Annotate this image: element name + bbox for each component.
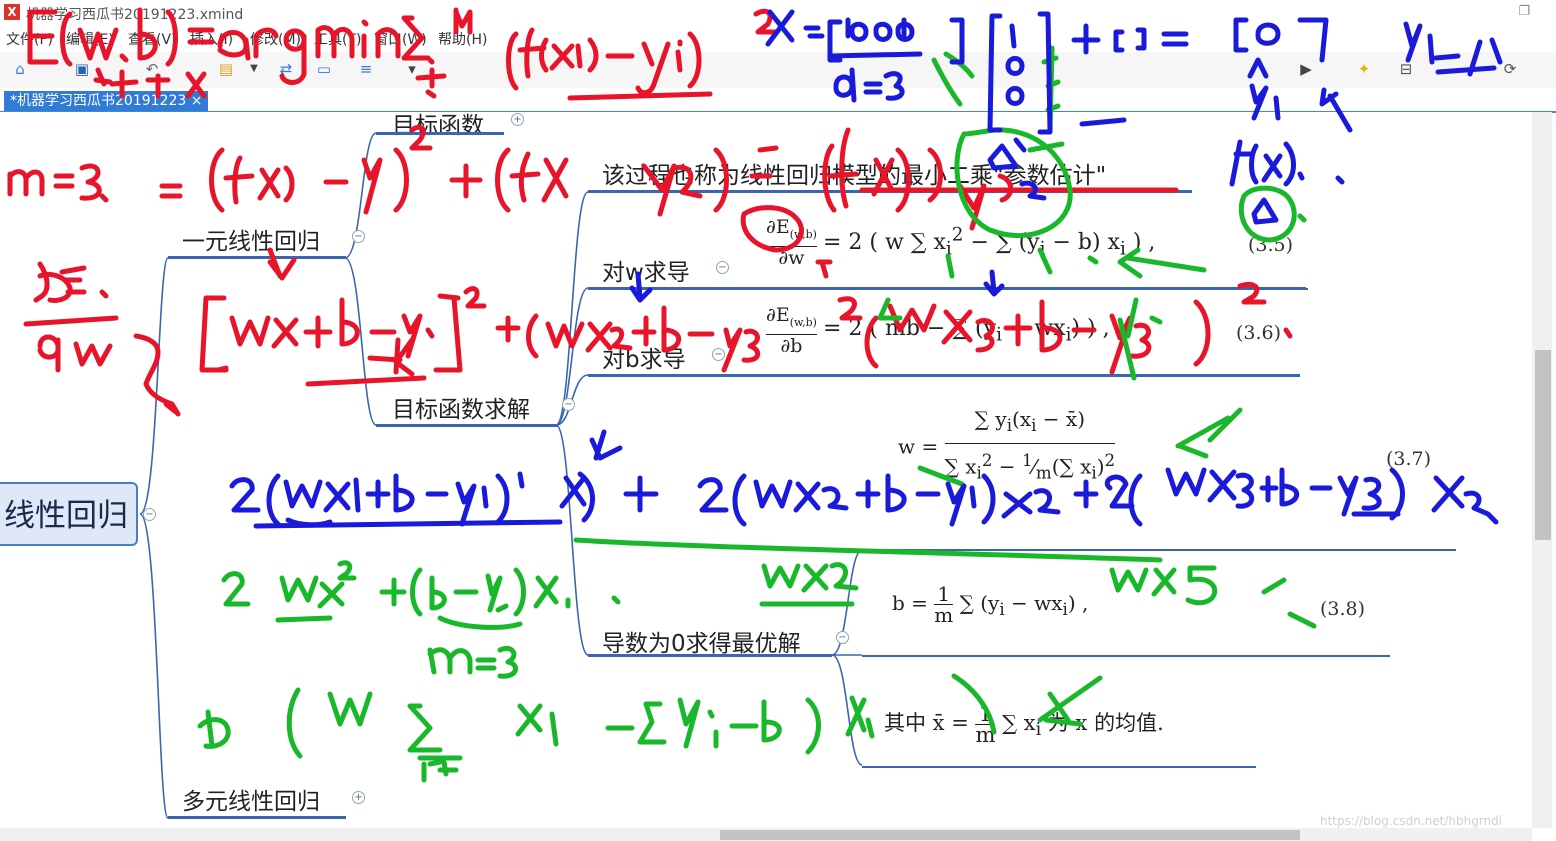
formula-mean-note: 其中 x̄ = 1m ∑ xi 为 x 的均值. <box>884 702 1164 747</box>
equation-number-3-6: (3.6) <box>1236 322 1282 344</box>
collapse-derivative-b-icon[interactable]: − <box>712 348 725 361</box>
formula-b-closed-form: b = 1m ∑ (yi − wxi) , <box>892 582 1089 627</box>
collapse-objective-solve-icon[interactable]: − <box>562 398 575 411</box>
formula-dE-dw: ∂E(w,b) ∂w = 2 ( w ∑ xi2 − ∑ (yi − b) xi… <box>766 216 1156 269</box>
topic-underline <box>168 816 346 819</box>
mindmap-connectors <box>139 132 863 819</box>
horizontal-scroll-thumb[interactable] <box>720 830 1300 840</box>
formula-underline <box>862 549 1456 551</box>
formula-underline <box>740 375 1300 377</box>
expand-multivariate-icon[interactable]: + <box>352 791 365 804</box>
equation-number-3-7: (3.7) <box>1386 448 1432 470</box>
topic-derivative-b[interactable]: 对b求导 <box>602 340 686 374</box>
collapse-univariate-icon[interactable]: − <box>352 230 365 243</box>
blog-watermark: https://blog.csdn.net/hbhgrndi <box>1320 814 1503 828</box>
topic-underline <box>588 190 1192 193</box>
formula-underline <box>862 655 1390 657</box>
topic-optimal-solution[interactable]: 导数为0求得最优解 <box>602 624 801 658</box>
topic-least-squares-note[interactable]: 该过程也称为线性回归模型的最小二乘"参数估计" <box>602 156 1106 190</box>
topic-objective-solve[interactable]: 目标函数求解 <box>392 390 530 424</box>
mean-note-suffix: 为 x 的均值. <box>1047 711 1164 735</box>
equation-number-3-5: (3.5) <box>1248 234 1294 256</box>
formula-underline <box>862 766 1256 768</box>
root-topic[interactable]: 线性回归 <box>0 482 138 546</box>
topic-multivariate-regression[interactable]: 多元线性回归 <box>182 782 320 816</box>
topic-underline <box>168 256 346 259</box>
collapse-root-icon[interactable]: − <box>143 508 156 521</box>
topic-underline <box>376 132 504 135</box>
topic-underline <box>376 424 558 427</box>
collapse-optimal-icon[interactable]: − <box>836 631 849 644</box>
topic-univariate-regression[interactable]: 一元线性回归 <box>182 222 320 256</box>
collapse-derivative-w-icon[interactable]: − <box>716 261 729 274</box>
mean-note-prefix: 其中 <box>884 711 926 735</box>
formula-underline <box>740 288 1308 290</box>
formula-dE-db: ∂E(w,b) ∂b = 2 ( mb − ∑ (yi − wxi) ) , <box>766 304 1110 357</box>
equation-number-3-8: (3.8) <box>1320 598 1366 620</box>
formula-w-closed-form: w = ∑ yi(xi − x̄) ∑ xi2 − 1⁄m(∑ xi)2 <box>898 402 1116 491</box>
expand-objective-icon[interactable]: + <box>511 113 524 126</box>
topic-derivative-w[interactable]: 对w求导 <box>602 253 690 287</box>
vertical-scroll-thumb[interactable] <box>1535 350 1551 540</box>
topic-underline <box>588 654 832 657</box>
